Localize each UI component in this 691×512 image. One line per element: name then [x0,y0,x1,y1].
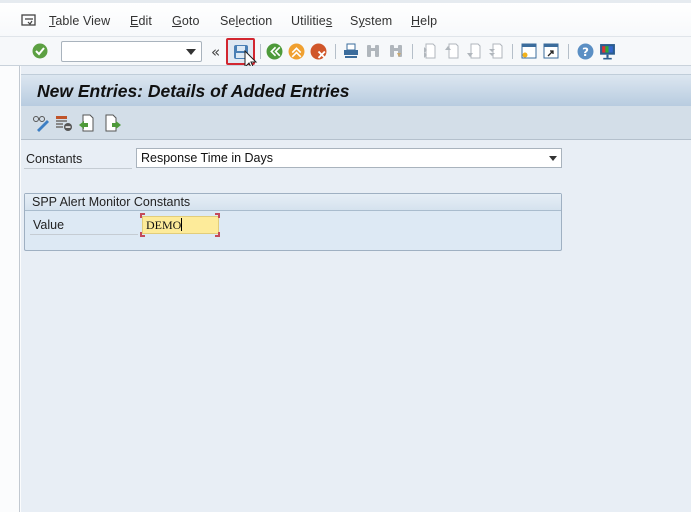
text-caret [181,218,183,231]
constants-dropdown[interactable]: Response Time in Days [136,148,562,168]
value-input-value: DEMO [146,218,182,232]
group-header: SPP Alert Monitor Constants [25,194,561,211]
separator [568,44,569,59]
value-input[interactable]: DEMO [142,216,219,234]
spp-alert-monitor-constants-group: SPP Alert Monitor Constants [24,193,562,251]
help-icon[interactable]: ? [576,42,594,60]
svg-text:?: ? [582,44,589,58]
menu-bar: Table View Edit Goto Selection Utilities… [0,0,691,36]
menu-utilities[interactable]: Utilities [291,14,332,28]
menu-system[interactable]: System [350,14,392,28]
menu-selection[interactable]: Selection [220,14,272,28]
previous-entry-icon[interactable] [78,114,96,132]
value-label: Value [33,218,65,232]
display-change-icon[interactable] [32,114,50,132]
menu-table-view[interactable]: Table View [49,14,110,28]
customize-layout-icon[interactable] [598,42,616,60]
constants-label: Constants [26,152,83,166]
menu-goto[interactable]: Goto [172,14,200,28]
application-toolbar [21,106,691,140]
enter-icon[interactable] [31,42,49,60]
focus-corner [215,213,220,218]
separator [335,44,336,59]
constants-dropdown-value: Response Time in Days [141,151,274,165]
command-field[interactable] [61,41,202,62]
collapse-command-field-icon[interactable]: « [211,43,220,61]
left-margin [0,66,20,512]
cancel-icon[interactable] [309,42,327,60]
system-toolbar: « ? [0,36,691,66]
separator [260,44,261,59]
create-session-icon[interactable] [520,42,538,60]
page-title: New Entries: Details of Added Entries [37,81,350,101]
group-title: SPP Alert Monitor Constants [32,195,191,209]
delete-icon[interactable] [55,114,73,132]
exit-icon[interactable] [287,42,305,60]
menu-icon[interactable] [21,14,37,27]
label-underline [30,234,138,235]
find-icon[interactable] [364,42,382,60]
next-page-icon[interactable] [465,42,483,60]
menu-help[interactable]: Help [411,14,437,28]
chevron-down-icon[interactable] [549,156,557,161]
chevron-down-icon[interactable] [186,49,196,55]
create-shortcut-icon[interactable] [542,42,560,60]
next-entry-icon[interactable] [104,114,122,132]
separator [512,44,513,59]
menu-edit[interactable]: Edit [130,14,152,28]
focus-corner [140,213,145,218]
focus-corner [215,232,220,237]
focus-corner [140,232,145,237]
print-icon[interactable] [342,42,360,60]
back-icon[interactable] [265,42,283,60]
main-area: New Entries: Details of Added Entries Co… [21,66,691,512]
title-bar: New Entries: Details of Added Entries [21,74,691,106]
find-next-icon[interactable] [387,42,405,60]
value-input-text: DEMO [146,218,183,233]
previous-page-icon[interactable] [443,42,461,60]
last-page-icon[interactable] [487,42,505,60]
separator [412,44,413,59]
label-underline [24,168,132,169]
first-page-icon[interactable] [420,42,438,60]
